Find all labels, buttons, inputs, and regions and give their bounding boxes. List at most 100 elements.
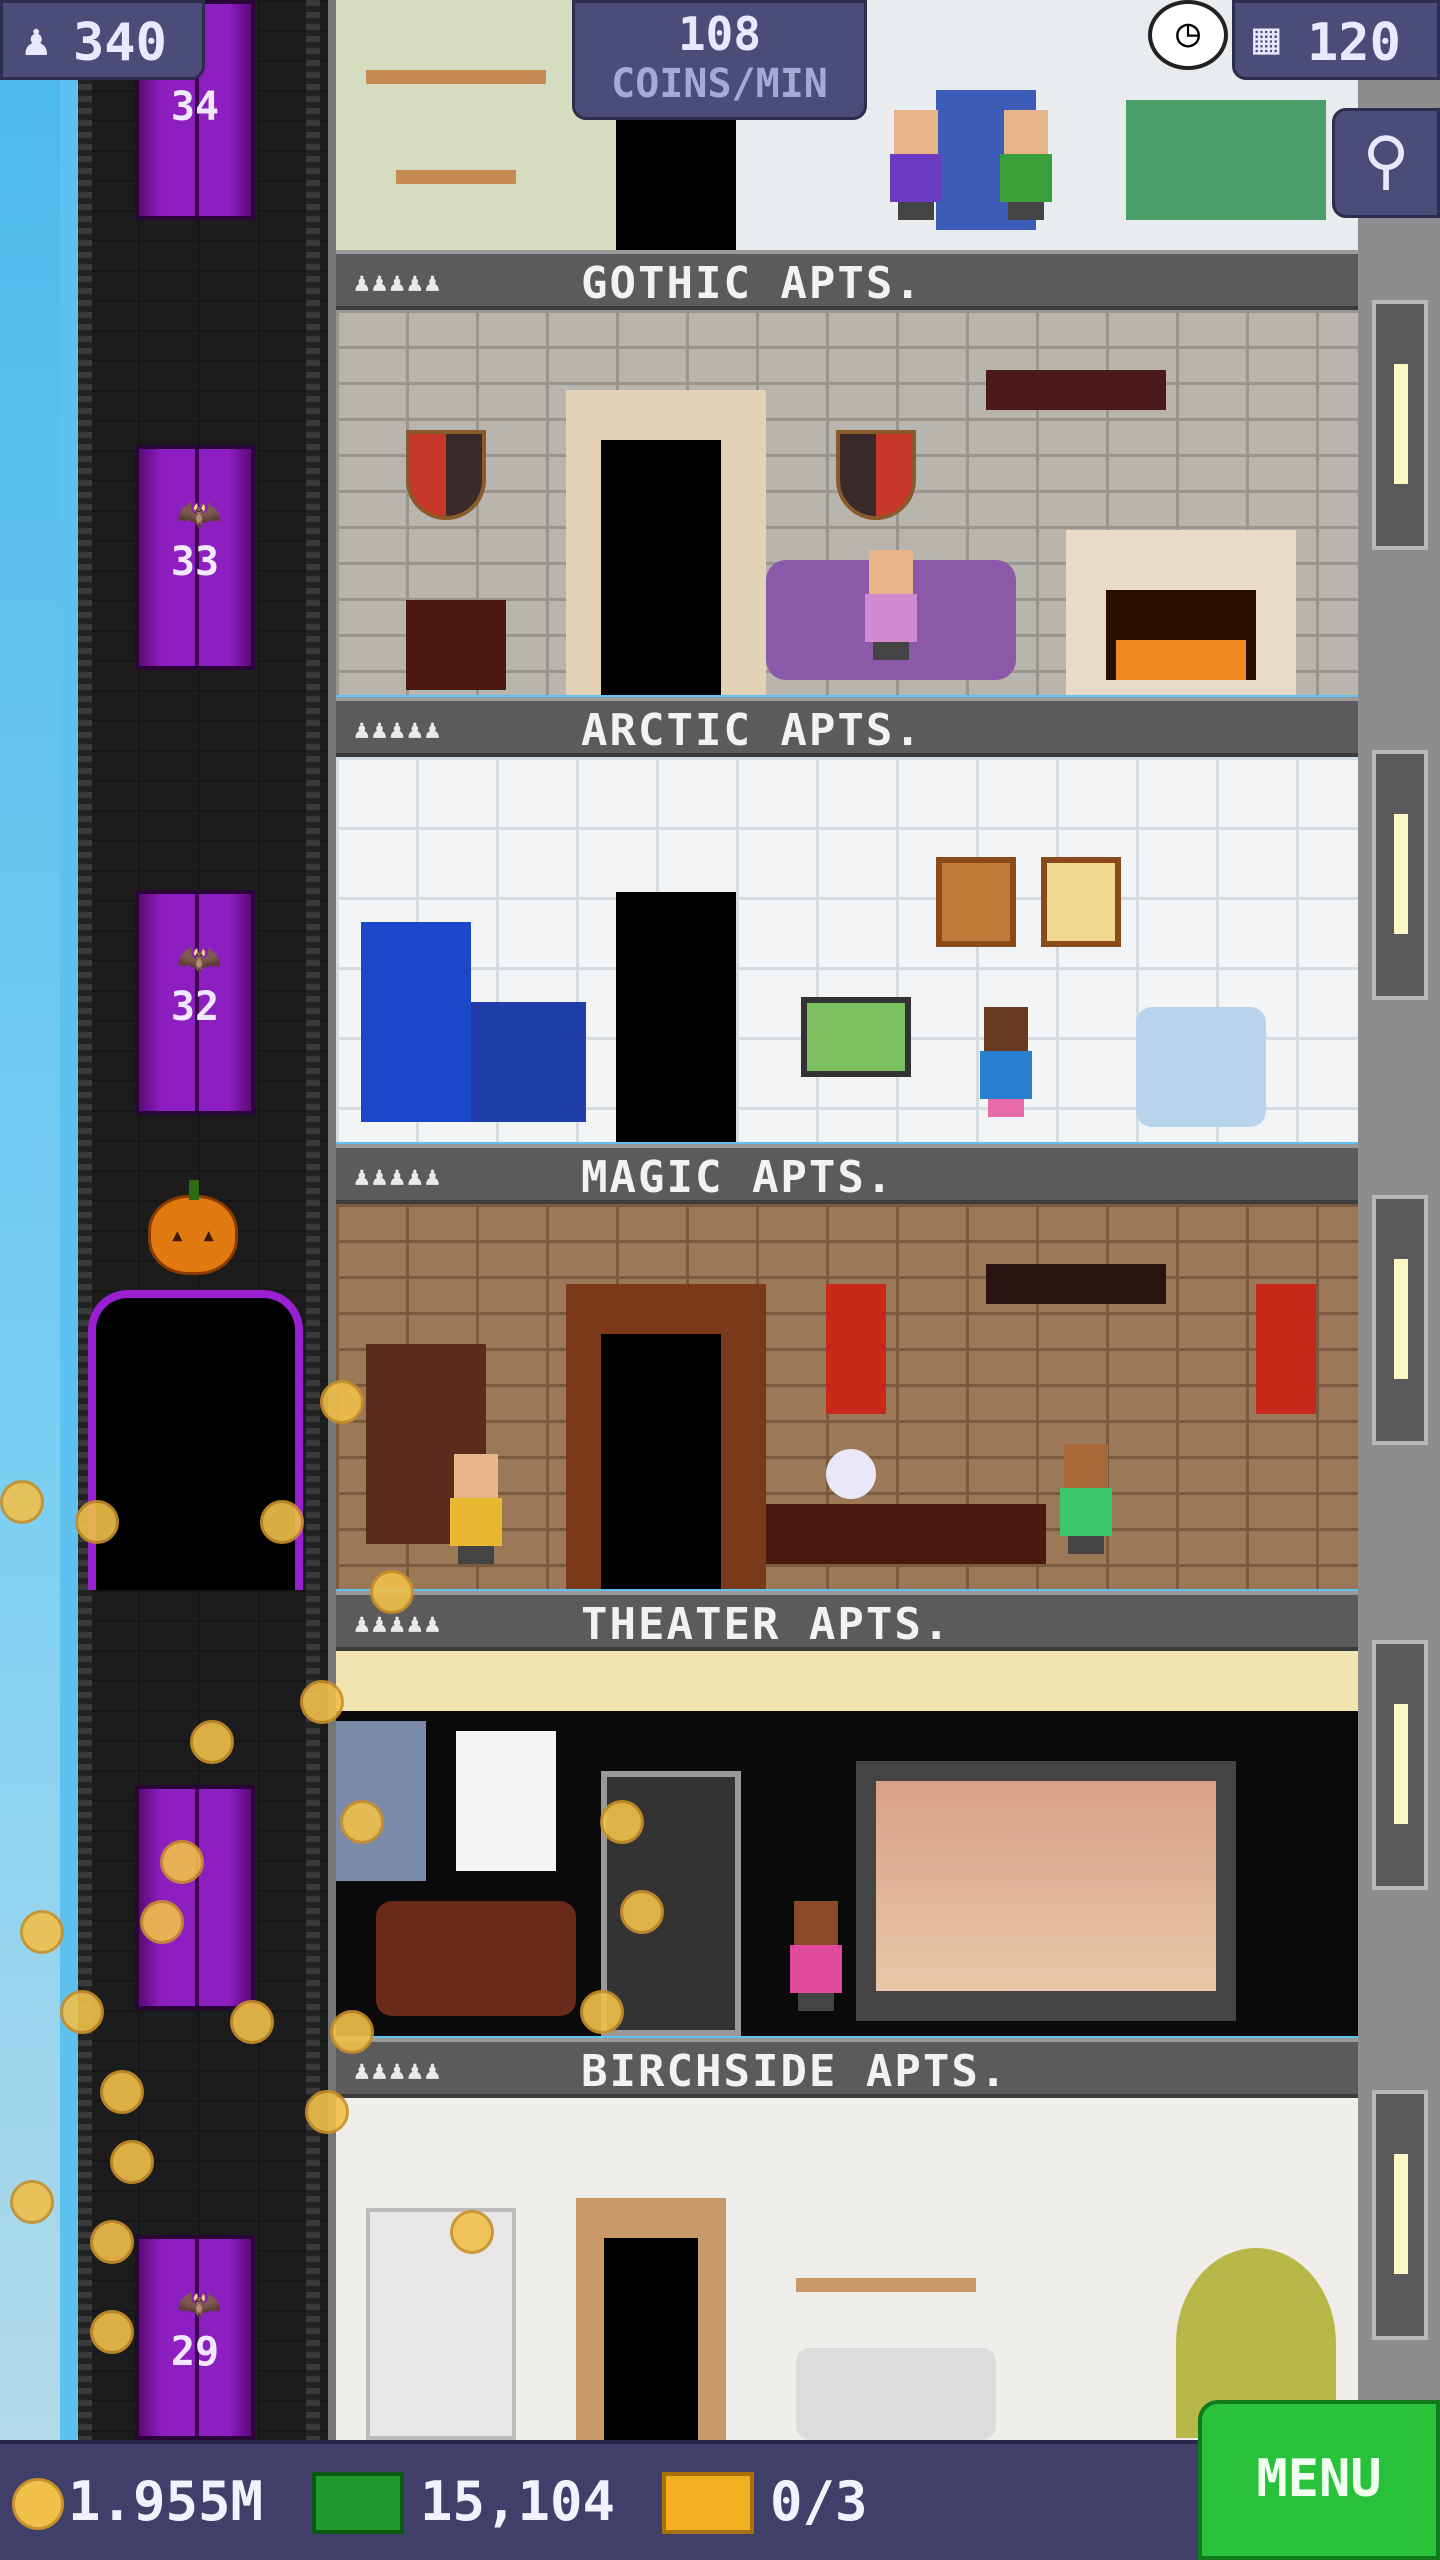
tv-screen bbox=[856, 1761, 1236, 2021]
shaft-rail-right bbox=[306, 0, 320, 2440]
coin-icon bbox=[140, 1900, 184, 1944]
coin-icon bbox=[450, 2210, 494, 2254]
floor-birchside[interactable] bbox=[336, 2098, 1358, 2440]
floor-name: BIRCHSIDE APTS. bbox=[581, 2046, 1009, 2097]
bookshelf bbox=[366, 2208, 516, 2440]
window bbox=[1372, 750, 1428, 1000]
sky-background bbox=[0, 0, 60, 2560]
picture-frame bbox=[936, 857, 1016, 947]
coin-icon bbox=[75, 1500, 119, 1544]
coin-icon bbox=[620, 1890, 664, 1934]
pumpkin-icon: ▴ ▴ bbox=[148, 1180, 238, 1275]
shield-icon bbox=[836, 430, 916, 520]
shaft-divider bbox=[328, 0, 336, 2440]
coins-value: 1.955M bbox=[68, 2470, 264, 2533]
elevator-door-29[interactable]: 🦇 29 bbox=[135, 2235, 255, 2440]
side-table bbox=[406, 600, 506, 690]
poster bbox=[456, 1731, 556, 1871]
clock-icon[interactable]: ◷ bbox=[1148, 0, 1228, 70]
coins-per-min-label: COINS/MIN bbox=[611, 61, 828, 107]
coin-icon bbox=[190, 1720, 234, 1764]
floor-name: ARCTIC APTS. bbox=[581, 705, 923, 756]
blue-stove bbox=[471, 1002, 586, 1122]
tickets-value: 0/3 bbox=[770, 2470, 868, 2533]
coin-icon bbox=[230, 2000, 274, 2044]
desk bbox=[766, 1504, 1046, 1564]
shaft-rail-left bbox=[78, 0, 92, 2440]
coins-per-min-panel[interactable]: 108 COINS/MIN bbox=[572, 0, 867, 120]
resident[interactable] bbox=[976, 1007, 1036, 1117]
shield-icon bbox=[406, 430, 486, 520]
bux-icon bbox=[312, 2472, 404, 2534]
occupancy-icons: ♟♟♟♟♟ bbox=[354, 2056, 443, 2086]
coin-icon bbox=[300, 1680, 344, 1724]
elevator-floor-number: 33 bbox=[170, 539, 220, 585]
coin-icon bbox=[580, 1990, 624, 2034]
bat-icon: 🦇 bbox=[176, 494, 222, 535]
coin-icon bbox=[305, 2090, 349, 2134]
population-value: 340 bbox=[73, 13, 167, 73]
window bbox=[1372, 1640, 1428, 1890]
elevator-car[interactable] bbox=[88, 1290, 303, 1590]
coin-icon bbox=[330, 2010, 374, 2054]
apartment-door bbox=[601, 1334, 721, 1589]
floor-gothic[interactable] bbox=[336, 310, 1358, 695]
shelf bbox=[796, 2278, 976, 2292]
floor-label-bar[interactable]: ♟♟♟♟♟ BIRCHSIDE APTS. bbox=[336, 2038, 1358, 2098]
floor-label-bar[interactable]: ♟♟♟♟♟ ARCTIC APTS. bbox=[336, 697, 1358, 757]
menu-button[interactable]: MENU bbox=[1198, 2400, 1440, 2560]
coin-icon bbox=[260, 1500, 304, 1544]
floor-arctic[interactable] bbox=[336, 757, 1358, 1142]
chandelier bbox=[986, 1264, 1166, 1304]
window bbox=[1372, 2090, 1428, 2340]
sofa bbox=[796, 2348, 996, 2440]
tv-monitor bbox=[801, 997, 911, 1077]
floor-label-bar[interactable]: ♟♟♟♟♟ MAGIC APTS. bbox=[336, 1144, 1358, 1204]
apartment-door bbox=[601, 440, 721, 695]
elevator-floor-number: 32 bbox=[170, 984, 220, 1030]
poster bbox=[336, 1721, 426, 1881]
window bbox=[1372, 300, 1428, 550]
floor-counter[interactable]: ▦ 120 bbox=[1232, 0, 1440, 80]
floor-label-bar[interactable]: ♟♟♟♟♟ GOTHIC APTS. bbox=[336, 250, 1358, 310]
floor-count-value: 120 bbox=[1307, 13, 1401, 73]
resident[interactable] bbox=[996, 110, 1056, 220]
coin-icon bbox=[320, 1380, 364, 1424]
coin-icon bbox=[600, 1800, 644, 1844]
pumpkin-face: ▴ ▴ bbox=[169, 1220, 217, 1250]
floor-magic[interactable] bbox=[336, 1204, 1358, 1589]
sofa bbox=[376, 1901, 576, 2016]
resident[interactable] bbox=[861, 550, 921, 660]
coin-icon bbox=[0, 1480, 44, 1524]
picture-frame bbox=[1041, 857, 1121, 947]
bux-value: 15,104 bbox=[420, 2470, 616, 2533]
elevator-door-32[interactable]: 🦇 32 bbox=[135, 890, 255, 1115]
coin-icon bbox=[20, 1910, 64, 1954]
table bbox=[396, 170, 516, 184]
magnify-icon[interactable]: ⚲ bbox=[1332, 108, 1440, 218]
coins-per-min-value: 108 bbox=[677, 7, 762, 61]
resident[interactable] bbox=[886, 110, 946, 220]
floor-theater[interactable] bbox=[336, 1651, 1358, 2036]
resident[interactable] bbox=[786, 1901, 846, 2011]
fireplace bbox=[1066, 530, 1296, 695]
coin-icon bbox=[90, 2220, 134, 2264]
shelf bbox=[366, 70, 546, 84]
resident[interactable] bbox=[1056, 1444, 1116, 1554]
coin-icon bbox=[370, 1570, 414, 1614]
bat-icon: 🦇 bbox=[176, 939, 222, 980]
floor-label-bar[interactable]: ♟♟♟♟♟ THEATER APTS. bbox=[336, 1591, 1358, 1651]
resident[interactable] bbox=[446, 1454, 506, 1564]
ticket-icon bbox=[662, 2472, 754, 2534]
movie-frame bbox=[876, 1781, 1216, 1991]
blue-fridge bbox=[361, 922, 471, 1122]
population-counter[interactable]: ♟ 340 bbox=[0, 0, 205, 80]
elevator-door-30[interactable] bbox=[135, 1785, 255, 2010]
elevator-door-33[interactable]: 🦇 33 bbox=[135, 445, 255, 670]
floor-name: GOTHIC APTS. bbox=[581, 258, 923, 309]
coin-icon bbox=[100, 2070, 144, 2114]
occupancy-icons: ♟♟♟♟♟ bbox=[354, 268, 443, 298]
building-icon: ▦ bbox=[1253, 13, 1280, 64]
apartment-door bbox=[616, 892, 736, 1142]
kitchen-counter bbox=[1126, 100, 1326, 220]
